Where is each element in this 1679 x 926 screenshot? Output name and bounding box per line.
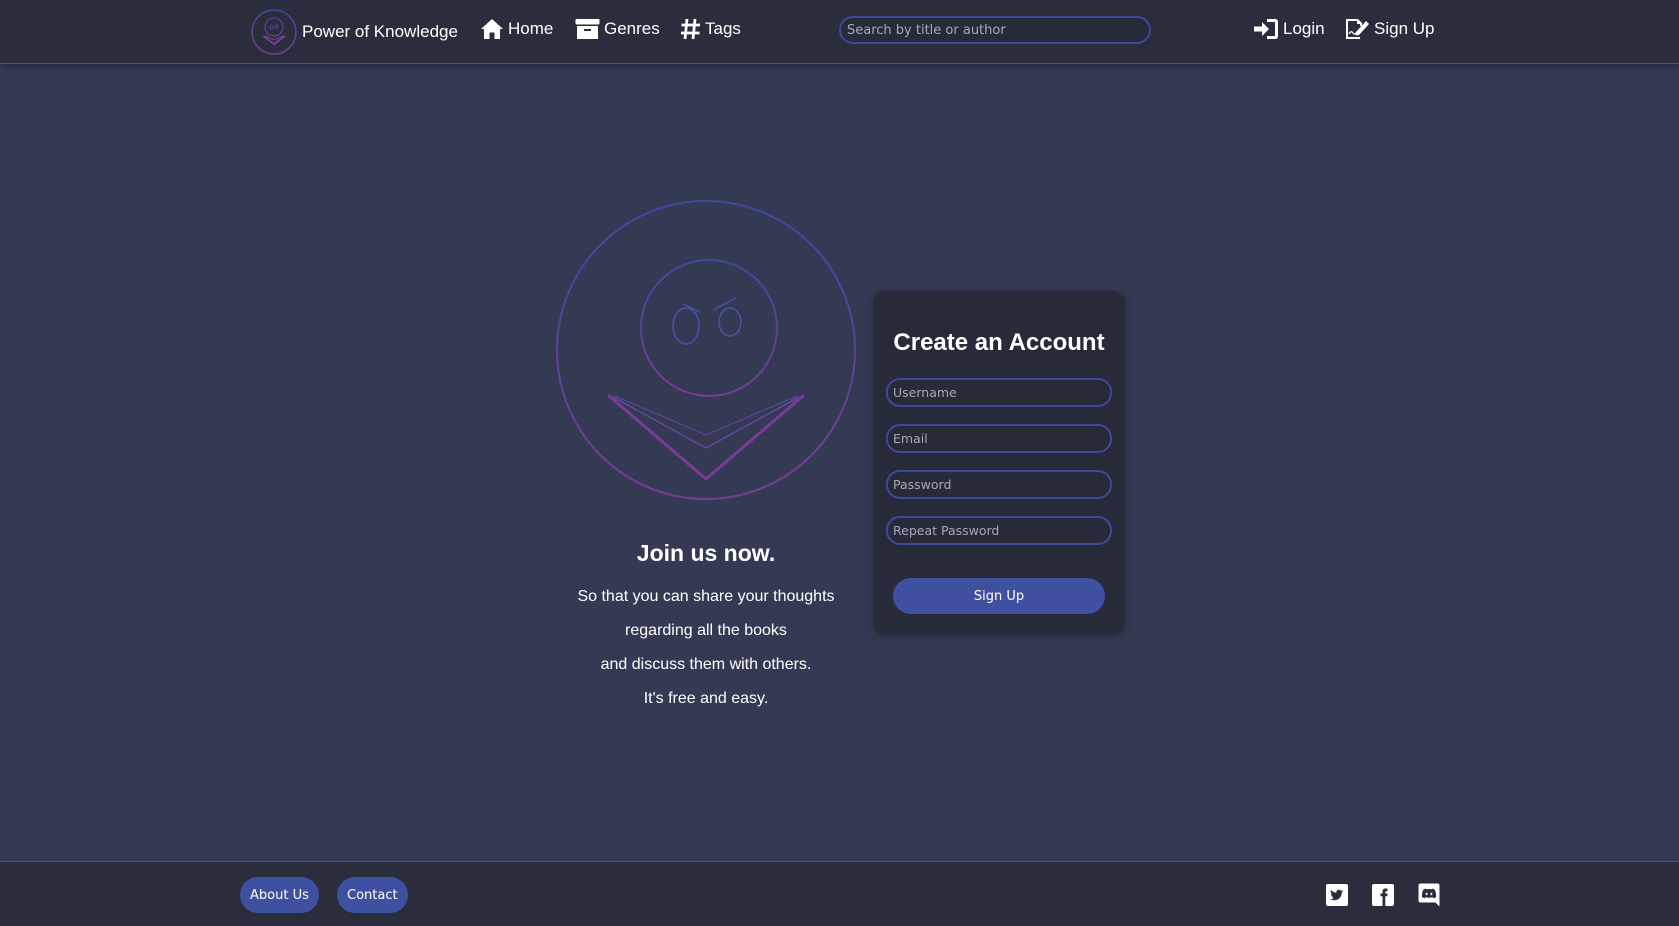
login-label: Login xyxy=(1283,19,1325,38)
nav-genres-label: Genres xyxy=(604,19,660,38)
intro-line: regarding all the books xyxy=(625,622,787,639)
discord-icon[interactable] xyxy=(1417,883,1441,907)
about-us-button[interactable]: About Us xyxy=(240,877,319,913)
repeat-password-field[interactable] xyxy=(886,516,1112,545)
brand-link[interactable]: Power of Knowledge xyxy=(250,8,458,56)
contact-button[interactable]: Contact xyxy=(337,877,408,913)
twitter-icon[interactable] xyxy=(1325,883,1349,907)
signup-link[interactable]: Sign Up xyxy=(1344,18,1434,40)
nav-tags-link[interactable]: Tags xyxy=(680,18,741,40)
footer: About Us Contact xyxy=(0,861,1679,926)
password-field[interactable] xyxy=(886,470,1112,499)
username-field[interactable] xyxy=(886,378,1112,407)
nav-tags-label: Tags xyxy=(705,19,741,38)
card-title: Create an Account xyxy=(893,329,1105,356)
reader-logo-illustration xyxy=(556,200,856,500)
signup-submit-button[interactable]: Sign Up xyxy=(893,578,1105,614)
nav-genres-link[interactable]: Genres xyxy=(575,18,660,40)
login-link[interactable]: Login xyxy=(1253,18,1325,40)
signup-card: Create an Account Sign Up xyxy=(873,291,1125,634)
join-heading: Join us now. xyxy=(636,540,776,566)
email-field[interactable] xyxy=(886,424,1112,453)
signup-label: Sign Up xyxy=(1374,19,1435,38)
intro-line: So that you can share your thoughts xyxy=(577,588,835,605)
archive-box-icon xyxy=(575,19,600,39)
intro-line: It's free and easy. xyxy=(643,690,769,707)
sign-in-icon xyxy=(1254,19,1278,39)
facebook-icon[interactable] xyxy=(1371,883,1395,907)
hashtag-icon xyxy=(681,18,700,40)
nav-home-label: Home xyxy=(508,19,554,38)
brand-name: Power of Knowledge xyxy=(302,22,458,41)
search-input[interactable] xyxy=(839,16,1151,44)
nav-home-link[interactable]: Home xyxy=(480,18,553,40)
signature-icon xyxy=(1346,19,1369,39)
home-icon xyxy=(481,19,503,39)
intro-line: and discuss them with others. xyxy=(600,656,812,673)
logo-icon xyxy=(251,9,297,55)
top-navbar: Power of Knowledge Home Genres Tags Logi… xyxy=(0,0,1679,64)
